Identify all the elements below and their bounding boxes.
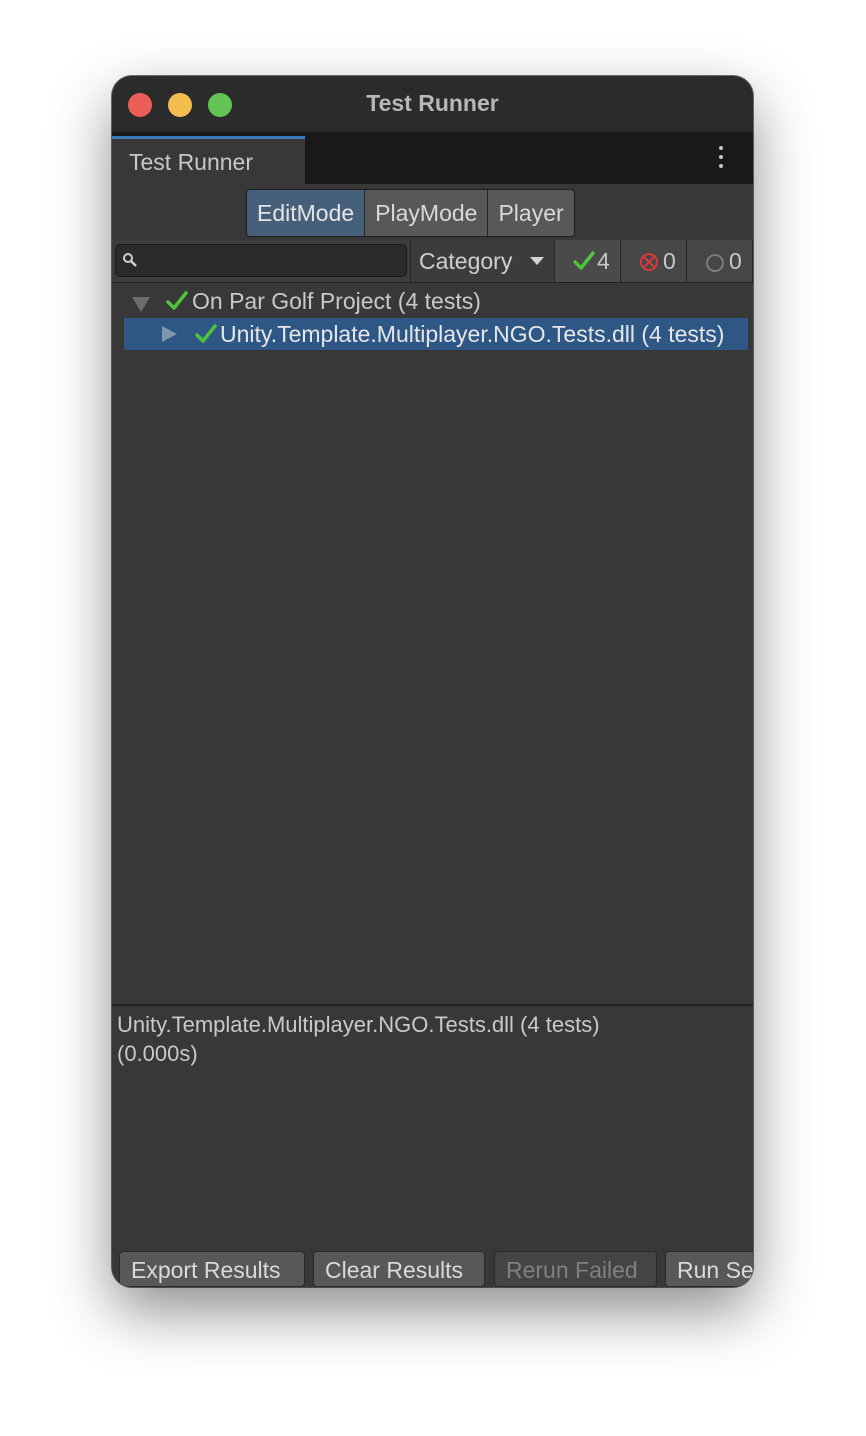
editmode-button[interactable]: EditMode <box>247 190 366 236</box>
expand-arrow-icon[interactable] <box>132 297 150 312</box>
title-bar: Test Runner <box>112 76 753 132</box>
tree-row-label: On Par Golf Project (4 tests) <box>192 288 481 314</box>
search-input[interactable] <box>115 244 407 277</box>
action-bar: Export Results Clear Results Rerun Faile… <box>112 1246 753 1287</box>
run-selected-button[interactable]: Run Selected <box>665 1251 753 1287</box>
skipped-filter-toggle[interactable]: 0 <box>687 240 753 282</box>
passed-check-icon <box>166 291 188 310</box>
test-tree: On Par Golf Project (4 tests) Unity.Temp… <box>112 283 753 1004</box>
test-details-text: Unity.Template.Multiplayer.NGO.Tests.dll… <box>117 1012 600 1066</box>
passed-count: 4 <box>597 248 610 274</box>
skipped-icon <box>706 254 724 272</box>
split-divider[interactable] <box>112 1004 753 1006</box>
player-button[interactable]: Player <box>488 190 574 236</box>
passed-filter-toggle[interactable]: 4 <box>555 240 621 282</box>
collapse-arrow-icon[interactable] <box>162 326 177 342</box>
test-runner-window: Test Runner Test Runner EditMode PlayMod… <box>112 76 753 1287</box>
rerun-failed-button[interactable]: Rerun Failed <box>494 1251 657 1287</box>
export-results-button[interactable]: Export Results <box>119 1251 305 1287</box>
window-title: Test Runner <box>366 90 499 116</box>
tree-row-label: Unity.Template.Multiplayer.NGO.Tests.dll… <box>220 321 725 347</box>
skipped-count: 0 <box>729 248 742 274</box>
failed-filter-toggle[interactable]: 0 <box>621 240 687 282</box>
passed-check-icon <box>195 324 217 343</box>
category-label: Category <box>419 248 513 274</box>
category-dropdown[interactable]: Category <box>410 240 555 282</box>
tab-label: Test Runner <box>129 149 254 175</box>
tab-bar: Test Runner <box>112 132 753 184</box>
mode-toggle-group: EditMode PlayMode Player <box>246 189 575 237</box>
search-icon <box>123 253 137 267</box>
passed-check-icon <box>573 251 595 270</box>
tree-row-root[interactable]: On Par Golf Project (4 tests) <box>112 285 753 317</box>
clear-results-button[interactable]: Clear Results <box>313 1251 485 1287</box>
filter-toolbar: Category 4 0 0 <box>112 240 753 283</box>
playmode-button[interactable]: PlayMode <box>365 190 489 236</box>
dropdown-arrow-icon <box>530 257 544 265</box>
tab-test-runner[interactable]: Test Runner <box>112 136 305 184</box>
tree-row-assembly[interactable]: Unity.Template.Multiplayer.NGO.Tests.dll… <box>124 318 748 350</box>
more-options-icon[interactable] <box>716 146 726 172</box>
failed-count: 0 <box>663 248 676 274</box>
failed-icon <box>640 253 658 271</box>
